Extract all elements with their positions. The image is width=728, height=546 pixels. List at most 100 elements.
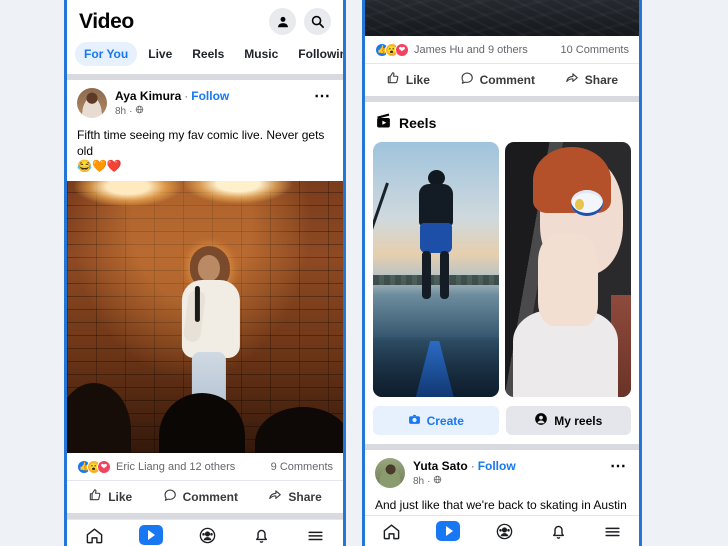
tab-reels[interactable]: Reels xyxy=(183,42,233,66)
comments-count[interactable]: 10 Comments xyxy=(561,44,629,56)
post-text: Fifth time seeing my fav comic live. Nev… xyxy=(77,128,325,158)
header-icon-group xyxy=(269,8,331,35)
reels-clapperboard-icon xyxy=(375,112,392,134)
share-arrow-icon xyxy=(268,488,282,505)
post-author-meta: Aya Kimura · Follow 8h · xyxy=(115,88,300,119)
avatar-circle-icon xyxy=(534,412,548,429)
nav-menu-hamburger-icon[interactable] xyxy=(306,526,325,545)
name-separator: · xyxy=(470,459,475,473)
share-label: Share xyxy=(584,72,619,87)
post-action-bar: Like Comment Share xyxy=(67,480,343,513)
reaction-summary-text[interactable]: James Hu and 9 others xyxy=(414,44,528,56)
thumbs-up-icon xyxy=(386,71,400,88)
reel-thumbnail[interactable] xyxy=(373,142,499,397)
reaction-icon-group[interactable]: 👍 😮 ❤ xyxy=(375,43,409,57)
timestamp-separator: · xyxy=(129,106,133,117)
nav-video-icon[interactable] xyxy=(138,525,163,545)
bottom-navigation-bar xyxy=(365,515,639,546)
author-row: Aya Kimura · Follow xyxy=(115,89,300,104)
timestamp-separator: · xyxy=(427,476,431,487)
comment-bubble-icon xyxy=(163,488,177,505)
post-media-image[interactable] xyxy=(67,181,343,453)
avatar[interactable] xyxy=(375,458,405,488)
nav-friends-icon[interactable] xyxy=(495,522,514,541)
more-options-icon[interactable]: ⋯ xyxy=(604,458,629,475)
reaction-summary-text[interactable]: Eric Liang and 12 others xyxy=(116,461,235,473)
share-button[interactable]: Share xyxy=(268,488,322,505)
nav-home-icon[interactable] xyxy=(85,526,104,545)
comments-count[interactable]: 9 Comments xyxy=(271,461,333,473)
tab-music[interactable]: Music xyxy=(235,42,287,66)
reels-tray: Reels Create My reels xyxy=(365,102,639,444)
comment-label: Comment xyxy=(479,72,535,87)
reel-thumbnail[interactable] xyxy=(505,142,631,397)
tab-for-you[interactable]: For You xyxy=(75,42,138,66)
nav-home-icon[interactable] xyxy=(382,522,401,541)
reaction-summary-row: 👍 😮 ❤ Eric Liang and 12 others 9 Comment… xyxy=(67,453,343,480)
create-reel-button[interactable]: Create xyxy=(373,406,499,435)
create-label: Create xyxy=(426,413,464,428)
profile-icon[interactable] xyxy=(269,8,296,35)
post-body: Fifth time seeing my fav comic live. Nev… xyxy=(67,123,343,181)
next-video-post: Yuta Sato · Follow 8h · ⋯ And just like … xyxy=(365,450,639,515)
tab-live[interactable]: Live xyxy=(139,42,181,66)
like-label: Like xyxy=(405,72,430,87)
post-header: Yuta Sato · Follow 8h · ⋯ xyxy=(365,450,639,493)
globe-icon xyxy=(135,105,144,119)
page-title: Video xyxy=(79,9,134,33)
like-label: Like xyxy=(108,489,133,504)
globe-icon xyxy=(433,475,442,489)
post-time: 8h xyxy=(115,106,127,117)
right-phone-panel: 👍 😮 ❤ James Hu and 9 others 10 Comments … xyxy=(362,0,642,546)
like-button[interactable]: Like xyxy=(386,71,430,88)
post-header: Aya Kimura · Follow 8h · ⋯ xyxy=(67,80,343,123)
comment-label: Comment xyxy=(182,489,238,504)
camera-icon xyxy=(408,413,421,429)
video-post: Aya Kimura · Follow 8h · ⋯ Fifth time se… xyxy=(67,80,343,513)
thumbs-up-icon xyxy=(88,488,102,505)
share-label: Share xyxy=(288,489,322,504)
category-tabs: For You Live Reels Music Following xyxy=(67,37,343,74)
post-text: And just like that we're back to skating… xyxy=(375,498,627,512)
share-button[interactable]: Share xyxy=(565,71,618,88)
love-reaction-icon: ❤ xyxy=(395,43,409,57)
share-arrow-icon xyxy=(565,71,579,88)
comment-button[interactable]: Comment xyxy=(163,488,238,505)
reaction-summary-row: 👍 😮 ❤ James Hu and 9 others 10 Comments xyxy=(365,36,639,63)
left-phone-panel: Video For You Live Reels Music Followi A… xyxy=(64,0,346,546)
tab-following[interactable]: Following xyxy=(289,42,343,66)
nav-menu-hamburger-icon[interactable] xyxy=(603,522,622,541)
follow-button[interactable]: Follow xyxy=(191,89,229,103)
comment-button[interactable]: Comment xyxy=(460,71,535,88)
reactions-left: 👍 😮 ❤ Eric Liang and 12 others xyxy=(77,460,235,474)
follow-button[interactable]: Follow xyxy=(478,459,516,473)
reels-title: Reels xyxy=(399,115,437,131)
more-options-icon[interactable]: ⋯ xyxy=(308,88,333,105)
nav-notifications-bell-icon[interactable] xyxy=(252,526,271,545)
name-separator: · xyxy=(184,89,189,103)
avatar[interactable] xyxy=(77,88,107,118)
post-timestamp-row: 8h · xyxy=(413,475,596,489)
audience-silhouettes xyxy=(67,361,343,453)
like-button[interactable]: Like xyxy=(88,488,132,505)
reactions-left: 👍 😮 ❤ James Hu and 9 others xyxy=(375,43,528,57)
author-name[interactable]: Aya Kimura xyxy=(115,89,181,103)
nav-notifications-bell-icon[interactable] xyxy=(549,522,568,541)
reaction-icon-group[interactable]: 👍 😮 ❤ xyxy=(77,460,111,474)
post-emoji: 😂🧡❤️ xyxy=(77,159,122,173)
reels-header: Reels xyxy=(365,110,639,142)
top-media-image[interactable] xyxy=(365,0,639,36)
author-row: Yuta Sato · Follow xyxy=(413,459,596,474)
screenshot-stage: Video For You Live Reels Music Followi A… xyxy=(0,0,728,546)
author-name[interactable]: Yuta Sato xyxy=(413,459,468,473)
my-reels-label: My reels xyxy=(554,413,603,428)
post-timestamp-row: 8h · xyxy=(115,105,300,119)
nav-friends-icon[interactable] xyxy=(198,526,217,545)
comment-bubble-icon xyxy=(460,71,474,88)
my-reels-button[interactable]: My reels xyxy=(505,406,631,435)
search-icon[interactable] xyxy=(304,8,331,35)
love-reaction-icon: ❤ xyxy=(97,460,111,474)
post-author-meta: Yuta Sato · Follow 8h · xyxy=(413,458,596,489)
nav-video-icon[interactable] xyxy=(436,521,461,541)
reels-action-buttons: Create My reels xyxy=(365,397,639,444)
